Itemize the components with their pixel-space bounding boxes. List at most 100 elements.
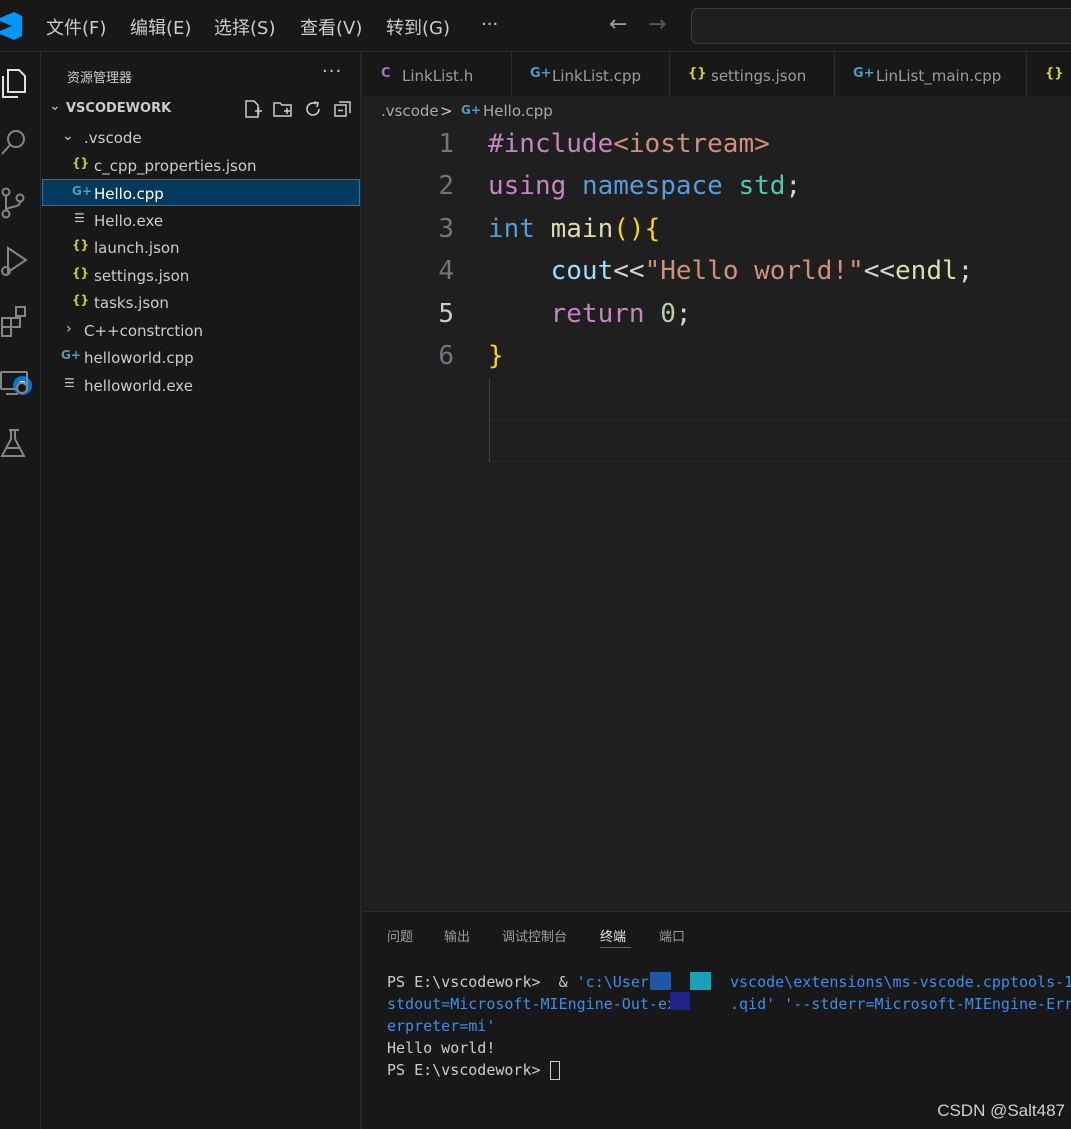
json-file-icon: {} (72, 293, 90, 307)
back-arrow-icon[interactable]: ← (609, 12, 627, 37)
run-debug-icon[interactable] (0, 244, 30, 278)
tab-label: LinkList.cpp (552, 67, 641, 85)
exe-file-icon: ☰ (74, 211, 85, 225)
line-number: 3 (438, 214, 454, 244)
terminal-line: .qid' '--stderr=Microsoft-MIEngine-Err (730, 995, 1071, 1013)
json-file-icon: {} (1045, 66, 1064, 81)
extensions-icon[interactable] (0, 304, 30, 338)
tab-label: LinkList.h (402, 67, 474, 85)
breadcrumb-folder[interactable]: .vscode (381, 102, 439, 120)
tree-item-hello-cpp[interactable]: G+ Hello.cpp (42, 179, 360, 206)
menu-selection[interactable]: 选择(S) (214, 14, 275, 40)
code-editor[interactable]: 1 #include<iostream> 2 using namespace s… (362, 125, 1071, 911)
cpp-file-icon: G+ (61, 348, 81, 362)
chevron-down-icon: ⌄ (62, 128, 74, 144)
tab-linklist-cpp[interactable]: G+ LinkList.cpp (512, 52, 670, 96)
remote-explorer-icon[interactable] (0, 366, 30, 400)
tab-label: settings.json (711, 67, 807, 85)
chevron-right-icon: > (440, 102, 453, 120)
menu-view[interactable]: 查看(V) (300, 14, 362, 40)
line-number-active: 5 (438, 299, 454, 329)
redaction-block (690, 972, 711, 990)
code-line: 3 int main(){ (362, 210, 1071, 252)
new-file-icon[interactable] (243, 99, 263, 119)
cpp-file-icon: G+ (530, 66, 552, 81)
tree-item-label: c_cpp_properties.json (94, 157, 257, 175)
new-folder-icon[interactable] (273, 99, 293, 119)
code-line: 1 #include<iostream> (362, 125, 1071, 167)
cpp-file-icon: G+ (72, 184, 92, 198)
tree-item-label: helloworld.exe (84, 377, 193, 395)
workspace-name: VSCODEWORK (66, 101, 172, 116)
chevron-down-icon: ⌄ (49, 98, 61, 114)
explorer-sidebar: 资源管理器 ··· ⌄ VSCODEWORK ⌄ .vscode {} c_cp… (41, 52, 361, 1129)
terminal-line: Hello world! (387, 1039, 496, 1057)
exe-file-icon: ☰ (64, 376, 75, 390)
testing-flask-icon[interactable] (0, 426, 30, 460)
workspace-header[interactable]: ⌄ VSCODEWORK (41, 96, 361, 122)
explorer-more-button[interactable]: ··· (322, 61, 342, 82)
breadcrumb-file[interactable]: Hello.cpp (483, 102, 553, 120)
line-number: 2 (438, 171, 454, 201)
title-bar: 文件(F) 编辑(E) 选择(S) 查看(V) 转到(G) ··· ← → (0, 0, 1071, 52)
tree-item-label: helloworld.cpp (84, 349, 194, 367)
forward-arrow-icon[interactable]: → (648, 12, 666, 37)
tree-item-settings-json[interactable]: {} settings.json (42, 262, 360, 289)
tree-item-label: Hello.exe (94, 212, 164, 230)
vscode-logo-icon (0, 12, 22, 40)
menu-file[interactable]: 文件(F) (46, 14, 106, 40)
tab-settings-json[interactable]: {} settings.json (670, 52, 835, 96)
search-icon[interactable] (0, 126, 30, 160)
bottom-panel: 问题 输出 调试控制台 终端 端口 PS E:\vscodework> & 'c… (362, 911, 1071, 1129)
explorer-title: 资源管理器 (67, 71, 133, 86)
menu-more-button[interactable]: ··· (481, 14, 498, 35)
terminal-line: vscode\extensions\ms-vscode.cpptools-1 (730, 973, 1071, 991)
tree-folder-vscode[interactable]: ⌄ .vscode (42, 124, 360, 151)
tab-problems[interactable]: 问题 (387, 926, 413, 945)
tree-item-helloworld-exe[interactable]: ☰ helloworld.exe (42, 372, 360, 399)
menu-edit[interactable]: 编辑(E) (130, 14, 191, 40)
code-line: 6 } (362, 337, 1071, 379)
tree-item-helloworld-cpp[interactable]: G+ helloworld.cpp (42, 344, 360, 371)
watermark: CSDN @Salt487 (937, 1101, 1065, 1120)
tree-item-label: settings.json (94, 267, 190, 285)
indent-guide (489, 378, 490, 462)
refresh-icon[interactable] (303, 99, 323, 119)
code-line: 4 cout<<"Hello world!"<<endl; (362, 252, 1071, 294)
tab-ports[interactable]: 端口 (659, 926, 685, 945)
tab-linlist-main-cpp[interactable]: G+ LinList_main.cpp (835, 52, 1027, 96)
tab-debug-console[interactable]: 调试控制台 (502, 926, 567, 945)
explorer-icon[interactable] (0, 66, 30, 100)
code-line: 2 using namespace std; (362, 167, 1071, 209)
tree-item-tasks-json[interactable]: {} tasks.json (42, 289, 360, 316)
collapse-all-icon[interactable] (333, 99, 353, 119)
tree-item-label: tasks.json (94, 294, 169, 312)
tree-item-label: C++constrction (84, 322, 204, 340)
terminal-line: erpreter=mi' (387, 1017, 496, 1035)
current-line-highlight (488, 420, 1071, 462)
tab-terminal[interactable]: 终端 (600, 926, 626, 945)
activity-bar: 3 (0, 52, 41, 1129)
tree-item-launch-json[interactable]: {} launch.json (42, 234, 360, 261)
tree-item-label: .vscode (84, 129, 142, 147)
line-number: 4 (438, 256, 454, 286)
redaction-block (650, 972, 671, 990)
tree-folder-cpp-constrction[interactable]: › C++constrction (42, 317, 360, 344)
terminal-prompt-line[interactable]: PS E:\vscodework> (387, 1061, 560, 1080)
tree-item-hello-exe[interactable]: ☰ Hello.exe (42, 207, 360, 234)
redaction-block (670, 992, 690, 1010)
source-control-icon[interactable] (0, 186, 30, 220)
c-header-file-icon: C (381, 66, 391, 81)
command-center-search[interactable] (691, 8, 1071, 44)
tab-label: LinList_main.cpp (876, 67, 1002, 85)
cpp-file-icon: G+ (853, 66, 875, 81)
terminal-cursor (549, 1061, 560, 1080)
tab-output[interactable]: 输出 (444, 926, 470, 945)
code-text: cout<<"Hello world!"<<endl; (550, 256, 974, 286)
tab-linklist-h[interactable]: C LinkList.h (362, 52, 512, 96)
tree-item-c-cpp-properties[interactable]: {} c_cpp_properties.json (42, 152, 360, 179)
json-file-icon: {} (72, 156, 90, 170)
tab-overflow[interactable]: {} (1027, 52, 1071, 96)
line-number: 6 (438, 341, 454, 371)
menu-goto[interactable]: 转到(G) (386, 14, 450, 40)
